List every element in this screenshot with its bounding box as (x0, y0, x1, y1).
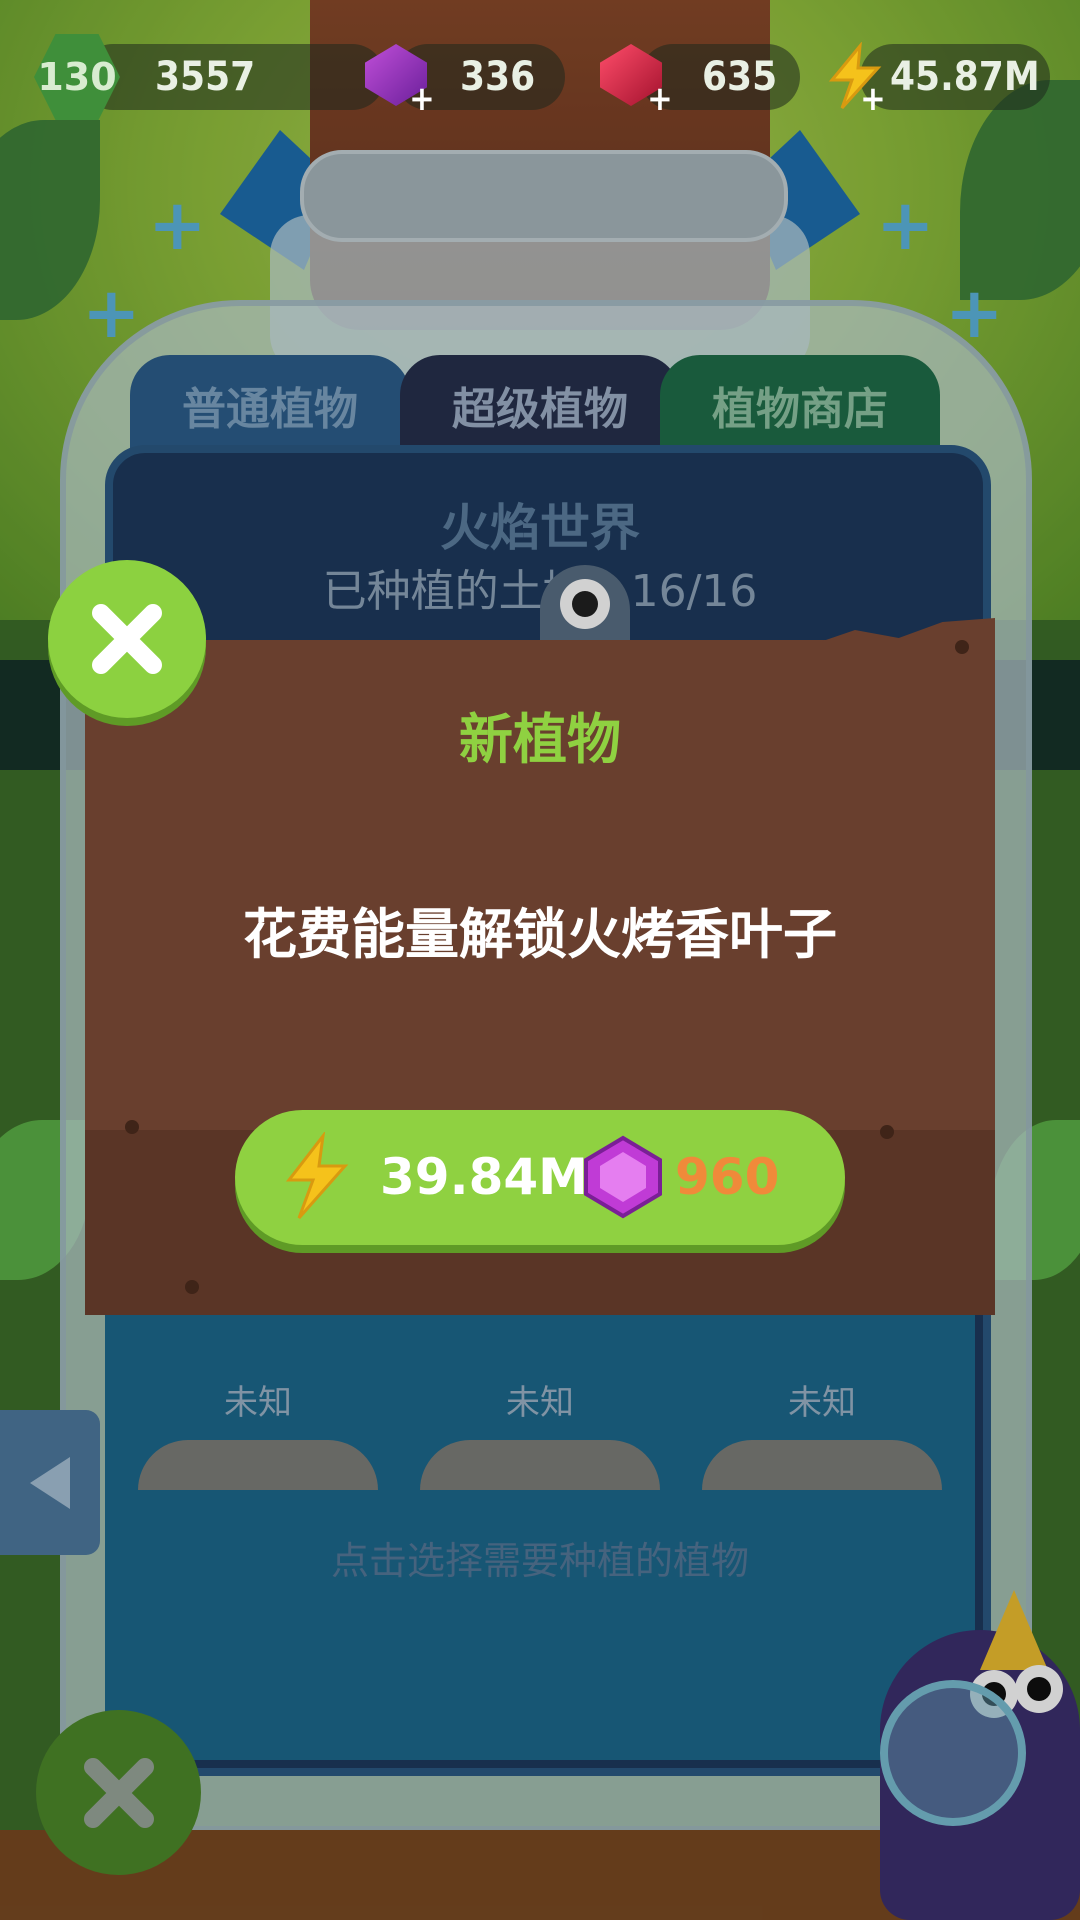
soil-dot (955, 640, 969, 654)
gem-cost: 960 (675, 1148, 780, 1206)
gem-counter[interactable]: + 336 (365, 44, 565, 116)
add-gems-icon[interactable]: + (407, 82, 437, 116)
gem-value: 336 (460, 54, 536, 100)
dialog-title: 新植物 (459, 708, 621, 771)
soil-dot (125, 1120, 139, 1134)
close-x-icon (92, 604, 162, 674)
ruby-counter[interactable]: + 635 (600, 44, 800, 116)
add-rubies-icon[interactable]: + (645, 82, 675, 116)
lightning-icon (285, 1132, 349, 1219)
energy-cost: 39.84M (380, 1148, 588, 1206)
energy-counter[interactable]: + 45.87M (828, 42, 1050, 116)
xp-counter: 3557 (80, 44, 385, 110)
xp-value: 3557 (155, 54, 256, 100)
dialog-message: 花费能量解锁火烤香叶子 (243, 903, 837, 966)
level-value: 130 (37, 55, 117, 99)
soil-dot (185, 1280, 199, 1294)
close-dialog-button[interactable] (48, 560, 206, 718)
unlock-plant-button[interactable]: 39.84M 960 (235, 1110, 845, 1245)
purple-gem-icon (584, 1135, 662, 1219)
add-energy-icon[interactable]: + (858, 82, 888, 116)
ruby-value: 635 (702, 54, 778, 100)
energy-value: 45.87M (890, 54, 1040, 100)
soil-dot (880, 1125, 894, 1139)
